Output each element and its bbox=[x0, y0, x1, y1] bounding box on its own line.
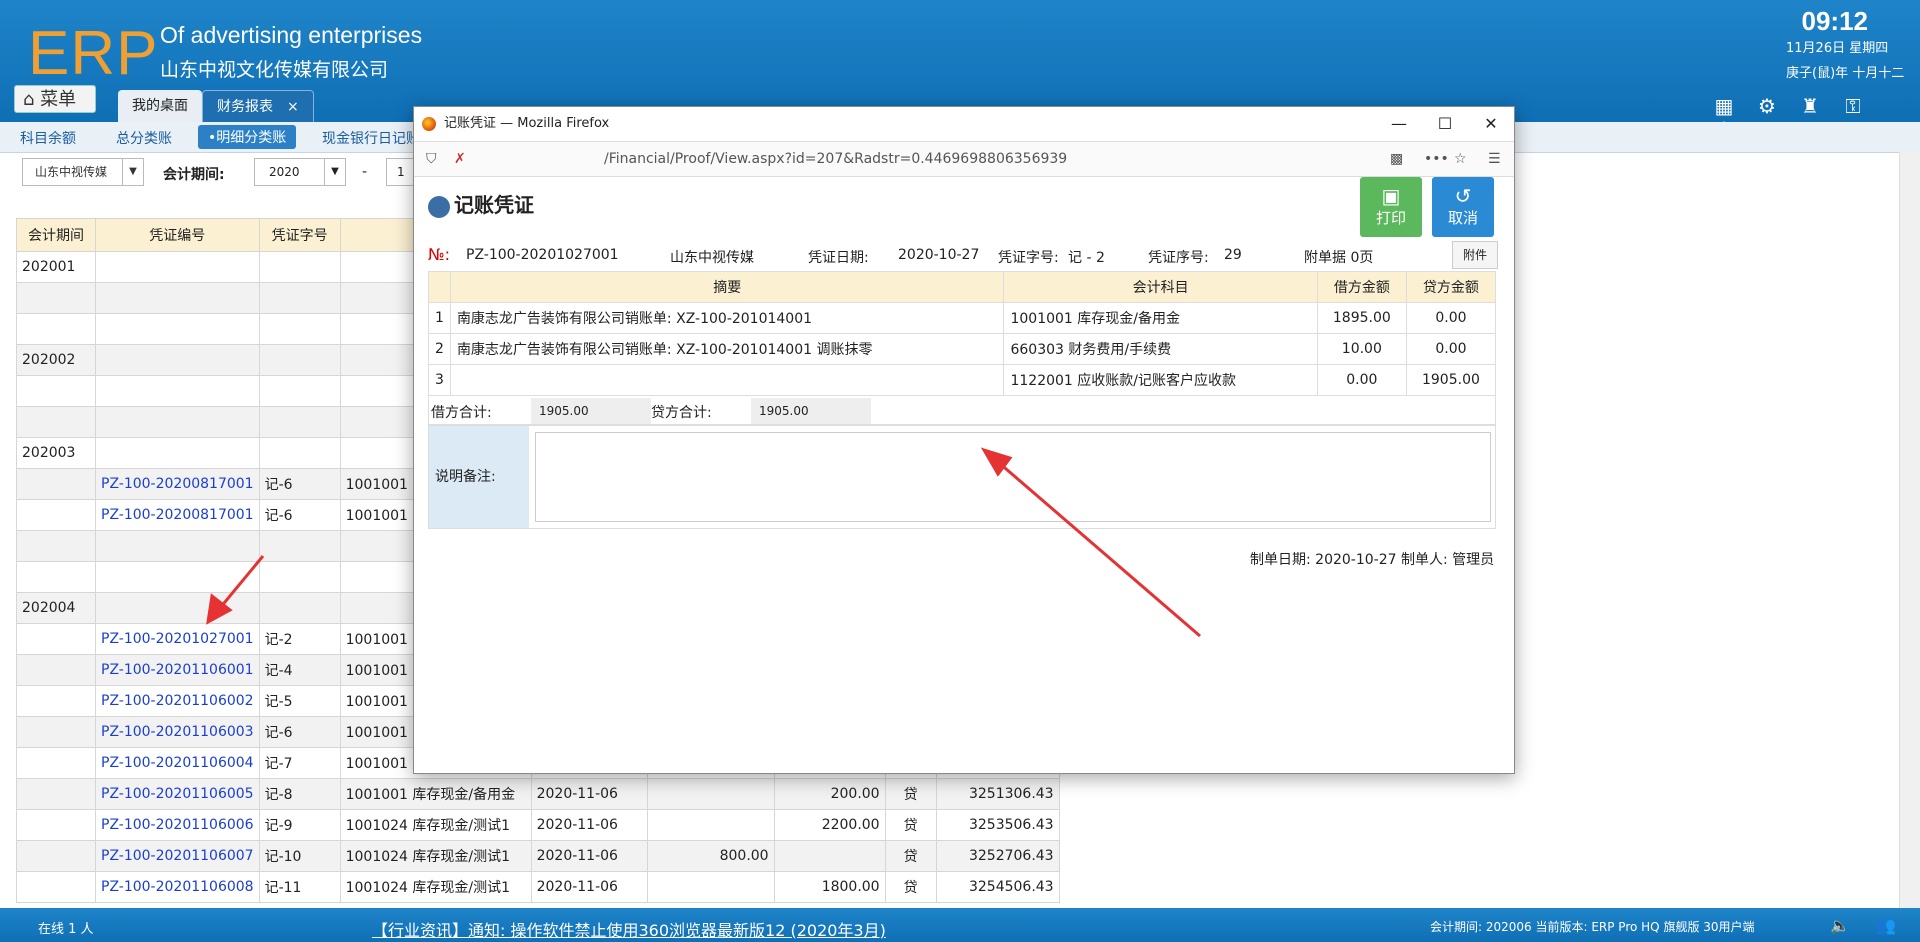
users-icon[interactable]: 👥 bbox=[1876, 916, 1896, 935]
news-link[interactable]: 【行业资讯】通知: 操作软件禁止使用360浏览器最新版12 (2020年3月) bbox=[372, 917, 886, 941]
red-arrow-left bbox=[218, 555, 265, 609]
speaker-icon[interactable]: 🔈 bbox=[1830, 916, 1850, 935]
red-arrow-right bbox=[997, 460, 1201, 638]
status-bar: 在线 1 人 【行业资讯】通知: 操作软件禁止使用360浏览器最新版12 (20… bbox=[0, 908, 1920, 942]
version-info: 会计期间: 202006 当前版本: ERP Pro HQ 旗舰版 30用户端 bbox=[1430, 920, 1755, 934]
annotation-arrows bbox=[206, 447, 1201, 638]
online-count: 在线 1 人 bbox=[38, 922, 94, 937]
